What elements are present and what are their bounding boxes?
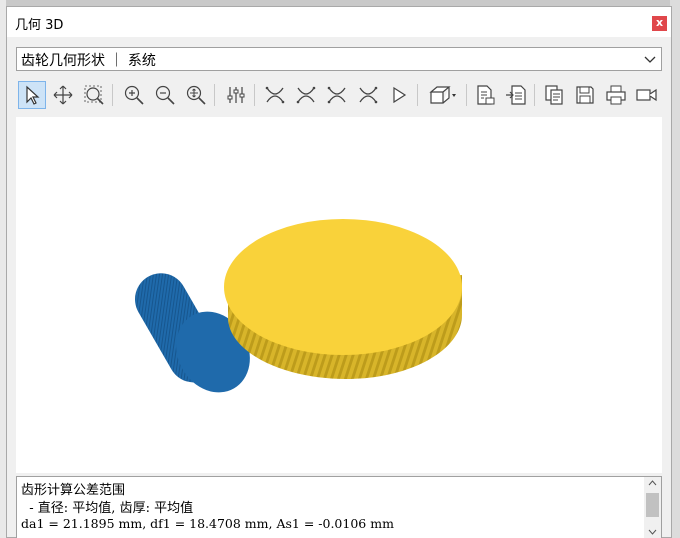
view-curve-1-button[interactable] [261, 81, 289, 109]
copy-button[interactable] [540, 81, 568, 109]
zoom-in-button[interactable] [120, 81, 148, 109]
view-curve-3-icon [327, 86, 346, 104]
output-line-1: 齿形计算公差范围 [21, 483, 126, 498]
cube-view-dropdown[interactable] [423, 81, 463, 109]
zoom-in-icon [124, 85, 144, 105]
output-scrollbar[interactable] [644, 477, 661, 538]
record-video-button[interactable] [633, 81, 661, 109]
play-button[interactable] [385, 81, 413, 109]
settings-sliders-icon [227, 87, 245, 103]
toolbar [16, 79, 662, 113]
chevron-up-icon[interactable] [648, 480, 657, 486]
select-tool-button[interactable] [18, 81, 46, 109]
geometry-selector-dropdown[interactable]: 齿轮几何形状 ｜ 系统 [16, 47, 662, 71]
title-bar[interactable]: 几何 3D x [7, 7, 671, 37]
play-icon [393, 86, 407, 104]
settings-button[interactable] [222, 81, 250, 109]
save-icon [576, 86, 594, 104]
geometry-3d-window: 几何 3D x 齿轮几何形状 ｜ 系统 齿形计算公差范围 - 直径: 平均值, … [6, 6, 672, 538]
output-line-2: - 直径: 平均值, 齿厚: 平均值 [21, 501, 194, 516]
view-curve-2-icon [296, 86, 316, 104]
print-button[interactable] [602, 81, 630, 109]
scroll-thumb[interactable] [646, 493, 659, 517]
view-curve-2-button[interactable] [292, 81, 320, 109]
import-document-button[interactable] [502, 81, 530, 109]
wheel-gear[interactable] [224, 219, 462, 379]
print-icon [606, 85, 626, 105]
close-button[interactable]: x [652, 16, 667, 31]
toolbar-separator [417, 84, 418, 106]
pan-tool-button[interactable] [49, 81, 77, 109]
toolbar-separator [534, 84, 535, 106]
zoom-window-button[interactable] [80, 81, 108, 109]
selector-value: 齿轮几何形状 ｜ 系统 [21, 53, 156, 69]
select-arrow-icon [26, 85, 40, 105]
chevron-down-icon[interactable] [648, 529, 657, 535]
output-log[interactable]: 齿形计算公差范围 - 直径: 平均值, 齿厚: 平均值 da1 = 21.189… [16, 476, 662, 538]
zoom-fit-button[interactable] [182, 81, 210, 109]
toolbar-separator [254, 84, 255, 106]
toolbar-separator [214, 84, 215, 106]
chevron-down-icon [644, 56, 656, 63]
gear-model[interactable] [16, 117, 662, 473]
zoom-out-icon [155, 85, 175, 105]
3d-viewport[interactable] [16, 117, 662, 473]
view-curve-3-button[interactable] [323, 81, 351, 109]
wheel-face [224, 219, 462, 355]
export-document-icon [477, 85, 495, 105]
import-document-icon [506, 85, 526, 105]
toolbar-separator [112, 84, 113, 106]
video-camera-icon [636, 88, 657, 102]
zoom-window-icon [84, 85, 104, 105]
copy-icon [545, 85, 563, 105]
export-document-button[interactable] [471, 81, 499, 109]
save-button[interactable] [571, 81, 599, 109]
cube-view-icon [429, 86, 456, 104]
pan-move-icon [53, 85, 73, 105]
zoom-out-button[interactable] [151, 81, 179, 109]
view-curve-1-icon [265, 86, 285, 104]
view-curve-4-button[interactable] [354, 81, 382, 109]
output-line-3: da1 = 21.1895 mm, df1 = 18.4708 mm, As1 … [21, 516, 394, 531]
window-title: 几何 3D [15, 18, 64, 33]
zoom-fit-icon [186, 85, 206, 105]
toolbar-separator [466, 84, 467, 106]
view-curve-4-icon [359, 86, 378, 104]
